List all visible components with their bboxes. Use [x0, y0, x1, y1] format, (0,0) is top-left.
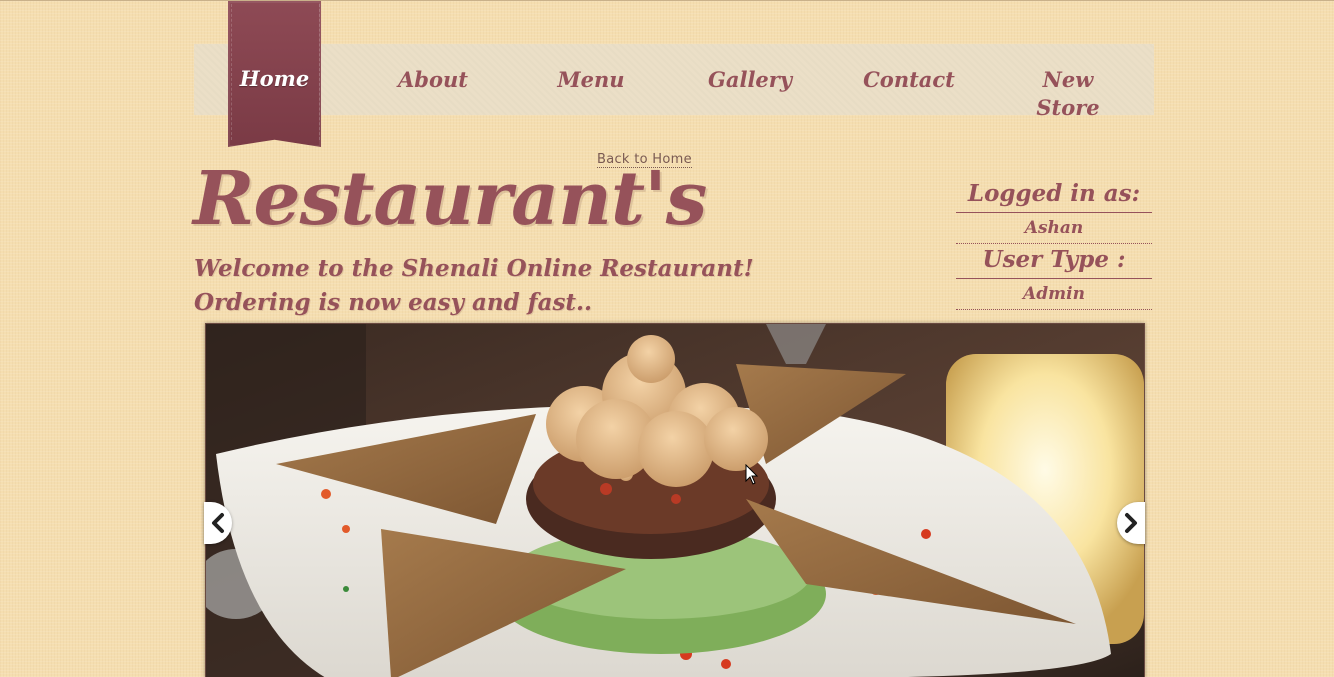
top-border — [0, 0, 1334, 1]
user-type-label: User Type : — [956, 244, 1152, 279]
nav-menu[interactable]: Menu — [541, 44, 641, 115]
welcome-message: Welcome to the Shenali Online Restaurant… — [194, 252, 754, 320]
food-photo — [206, 324, 1144, 677]
nav-new-store[interactable]: New Store — [1033, 44, 1103, 122]
user-info-panel: Logged in as: Ashan User Type : Admin — [956, 178, 1152, 310]
image-slider[interactable] — [205, 323, 1145, 677]
welcome-line-1: Welcome to the Shenali Online Restaurant… — [194, 255, 754, 282]
chevron-left-icon — [212, 513, 224, 533]
nav-home[interactable]: Home — [228, 66, 321, 91]
welcome-line-2: Ordering is now easy and fast.. — [194, 289, 593, 316]
logged-in-label: Logged in as: — [956, 178, 1152, 213]
site-title: Restaurant's — [193, 156, 707, 242]
main-nav: About Menu Gallery Contact New Store — [194, 44, 1154, 120]
username: Ashan — [956, 213, 1152, 244]
nav-gallery[interactable]: Gallery — [700, 44, 800, 115]
user-type-value: Admin — [956, 279, 1152, 310]
nav-contact[interactable]: Contact — [859, 44, 959, 115]
chevron-right-icon — [1125, 513, 1137, 533]
nav-about[interactable]: About — [383, 44, 483, 115]
